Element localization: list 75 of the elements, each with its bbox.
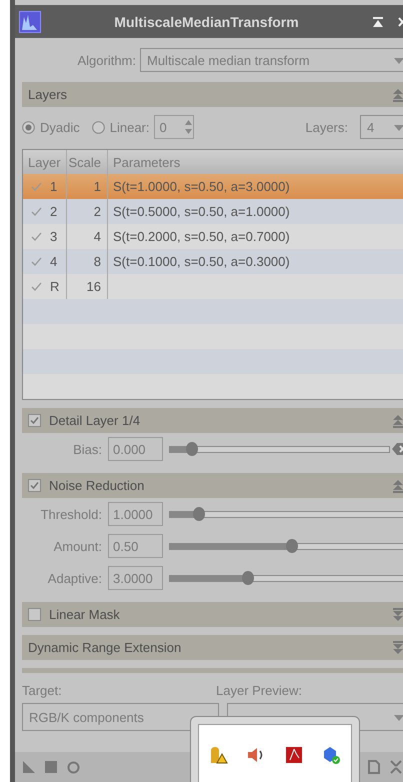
- table-cell: 4: [50, 254, 58, 269]
- collapse-icon[interactable]: [392, 414, 403, 428]
- radio-button[interactable]: [22, 120, 35, 134]
- value-field[interactable]: 3.0000: [108, 566, 163, 590]
- check-icon[interactable]: [31, 256, 42, 266]
- slider-thumb[interactable]: [286, 538, 298, 552]
- table-cell: 1: [50, 179, 58, 194]
- section-header[interactable]: Layers: [22, 82, 403, 107]
- check-icon[interactable]: [31, 282, 42, 292]
- section-title: Noise Reduction: [49, 478, 146, 493]
- parameter-label: Amount:: [52, 538, 102, 554]
- section-title: Layers: [28, 87, 68, 102]
- expand-icon[interactable]: [392, 608, 403, 622]
- value-field[interactable]: 1.0000: [108, 502, 163, 526]
- table-cell: S(t=0.5000, s=0.50, a=1.0000): [113, 204, 290, 219]
- table-cell: S(t=1.0000, s=0.50, a=3.0000): [113, 179, 290, 194]
- dropdown-arrow-icon: [394, 125, 403, 131]
- histogram-icon: [19, 10, 41, 32]
- table-cell: S(t=0.2000, s=0.50, a=0.7000): [113, 229, 290, 244]
- column-header[interactable]: Parameters: [108, 150, 403, 174]
- table-cell: 4: [94, 229, 101, 244]
- section-checkbox[interactable]: [28, 608, 41, 621]
- section-header[interactable]: Detail Layer 1/4: [22, 408, 403, 433]
- section-title: Detail Layer 1/4: [49, 413, 142, 428]
- shield-check-icon[interactable]: [322, 745, 342, 765]
- radio-label: Linear:: [110, 120, 150, 134]
- table-row[interactable]: 2 2 S(t=0.5000, s=0.50, a=1.0000): [23, 199, 403, 224]
- pdf-icon[interactable]: [284, 745, 304, 765]
- table-cell: 2: [50, 204, 58, 219]
- table-cell: 2: [94, 204, 101, 219]
- table-cell: 16: [86, 279, 101, 294]
- table-cell: 1: [94, 179, 101, 194]
- slider-thumb[interactable]: [193, 506, 206, 520]
- table-cell: 8: [94, 254, 101, 269]
- parameter-label: Threshold:: [40, 506, 102, 522]
- window-title: MultiscaleMedianTransform: [113, 14, 300, 30]
- slider-thumb[interactable]: [186, 442, 198, 456]
- shade-icon[interactable]: [372, 16, 384, 28]
- layer-preview-label: Layer Preview:: [216, 683, 303, 700]
- section-checkbox[interactable]: [28, 414, 41, 427]
- dropdown-arrow-icon: [394, 715, 403, 721]
- value-field[interactable]: 0.000: [108, 437, 163, 461]
- section-title: Linear Mask: [49, 607, 121, 622]
- target-label: Target:: [22, 683, 63, 700]
- collapse-icon[interactable]: [392, 478, 403, 492]
- dropdown-arrow-icon: [394, 58, 403, 64]
- section-header[interactable]: Dynamic Range Extension: [22, 635, 403, 660]
- section-checkbox[interactable]: [28, 479, 41, 492]
- algorithm-dropdown[interactable]: Multiscale median transform: [140, 48, 403, 72]
- layers-count-dropdown[interactable]: 4: [360, 115, 403, 139]
- linear-spin-box[interactable]: 0: [154, 115, 194, 139]
- check-icon[interactable]: [31, 206, 42, 216]
- layers-count-label: Layers:: [305, 120, 348, 134]
- table-cell: R: [50, 279, 60, 294]
- algorithm-label: Algorithm:: [77, 52, 136, 68]
- parameter-label: Adaptive:: [46, 570, 102, 586]
- circle-icon[interactable]: [67, 760, 80, 774]
- section-header[interactable]: Linear Mask: [22, 602, 403, 627]
- table-row[interactable]: 1 1 S(t=1.0000, s=0.50, a=3.0000): [23, 174, 403, 199]
- slider-thumb[interactable]: [242, 570, 254, 584]
- parameter-label: Bias:: [72, 442, 102, 456]
- check-icon[interactable]: [31, 182, 42, 192]
- radio-button[interactable]: [92, 120, 105, 134]
- check-icon[interactable]: [31, 232, 42, 242]
- expand-icon[interactable]: [392, 640, 403, 654]
- table-cell: 3: [50, 229, 58, 244]
- section-title: Dynamic Range Extension: [28, 640, 182, 655]
- radio-label: Dyadic: [40, 120, 80, 134]
- network-warning-icon[interactable]: [208, 745, 228, 765]
- collapse-icon[interactable]: [392, 88, 403, 102]
- section-header[interactable]: Noise Reduction: [22, 473, 403, 498]
- value-field[interactable]: 0.50: [108, 534, 163, 558]
- table-cell: S(t=0.1000, s=0.50, a=0.3000): [113, 254, 290, 269]
- document-icon[interactable]: [368, 760, 380, 774]
- table-row[interactable]: 4 8 S(t=0.1000, s=0.50, a=0.3000): [23, 249, 403, 274]
